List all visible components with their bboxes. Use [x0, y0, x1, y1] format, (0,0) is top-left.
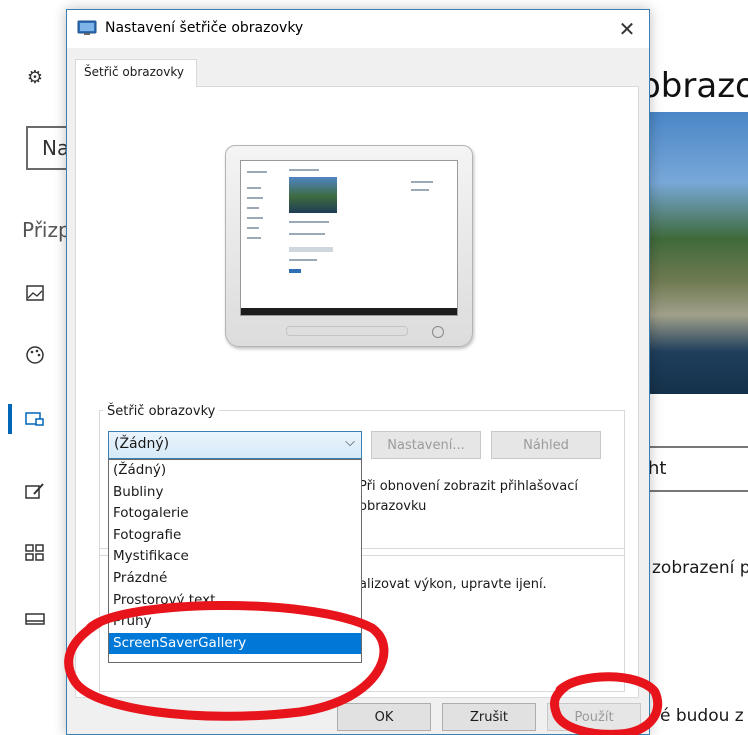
apply-button[interactable]: Použít: [547, 703, 641, 731]
screensaver-settings-dialog: Nastavení šetřiče obrazovky ✕ Šetřič obr…: [66, 9, 650, 735]
dropdown-option[interactable]: ScreenSaverGallery: [109, 632, 361, 655]
monitor-slot: [286, 326, 408, 336]
screensaver-dropdown-list[interactable]: (Žádný) Bubliny Fotogalerie Fotografie Mysti…: [108, 459, 362, 663]
dropdown-option[interactable]: Fotografie: [109, 525, 361, 547]
themes-icon[interactable]: [22, 478, 48, 504]
chevron-down-icon: ⌵: [345, 435, 355, 450]
settings-button[interactable]: Nastavení...: [371, 431, 481, 459]
dialog-title: Nastavení šetřiče obrazovky: [105, 20, 304, 36]
page-title: obrazo: [640, 66, 748, 106]
close-button[interactable]: ✕: [605, 10, 649, 48]
lockscreen-icon[interactable]: [22, 406, 48, 432]
combobox-value: (Žádný): [114, 436, 170, 452]
tab-screensaver[interactable]: Šetřič obrazovky: [75, 59, 197, 87]
start-icon[interactable]: [22, 540, 48, 566]
palette-icon[interactable]: [22, 342, 48, 368]
dropdown-option[interactable]: Prostorový text: [109, 590, 361, 612]
taskbar-icon[interactable]: [22, 606, 48, 632]
background-text-2: é budou z: [660, 706, 744, 726]
dropdown-option[interactable]: Fotogalerie: [109, 503, 361, 525]
mini-preview-photo: [289, 177, 337, 213]
screensaver-group-label: Šetřič obrazovky: [103, 404, 220, 419]
mini-taskbar: [241, 308, 457, 315]
background-text-1: zobrazení p: [652, 558, 748, 578]
background-type-dropdown[interactable]: ht: [642, 446, 748, 492]
cancel-button[interactable]: Zrušit: [442, 703, 536, 731]
preview-button[interactable]: Náhled: [491, 431, 601, 459]
close-icon: ✕: [618, 17, 636, 41]
power-icon: [432, 326, 444, 338]
dropdown-option[interactable]: Prázdné: [109, 568, 361, 590]
background-preview-image: [648, 112, 748, 394]
dropdown-option[interactable]: Pruhy: [109, 611, 361, 633]
dropdown-option[interactable]: (Žádný): [109, 460, 361, 482]
dropdown-option[interactable]: Mystifikace: [109, 546, 361, 568]
resume-logon-checkbox-label[interactable]: Při obnovení zobrazit přihlašovací obraz…: [359, 477, 619, 517]
active-nav-indicator: [8, 404, 12, 434]
monitor-screen: [240, 160, 458, 316]
monitor-preview: [225, 145, 473, 347]
screensaver-app-icon: [77, 20, 97, 35]
screensaver-combobox[interactable]: (Žádný) ⌵: [108, 431, 362, 459]
section-label: Přizp: [22, 218, 71, 242]
ok-button[interactable]: OK: [337, 703, 431, 731]
dropdown-option[interactable]: Bubliny: [109, 482, 361, 504]
gear-icon[interactable]: ⚙: [22, 64, 48, 90]
power-management-text: alizovat výkon, upravte ijení.: [359, 577, 547, 592]
image-icon[interactable]: [22, 280, 48, 306]
title-bar[interactable]: Nastavení šetřiče obrazovky ✕: [67, 10, 649, 48]
